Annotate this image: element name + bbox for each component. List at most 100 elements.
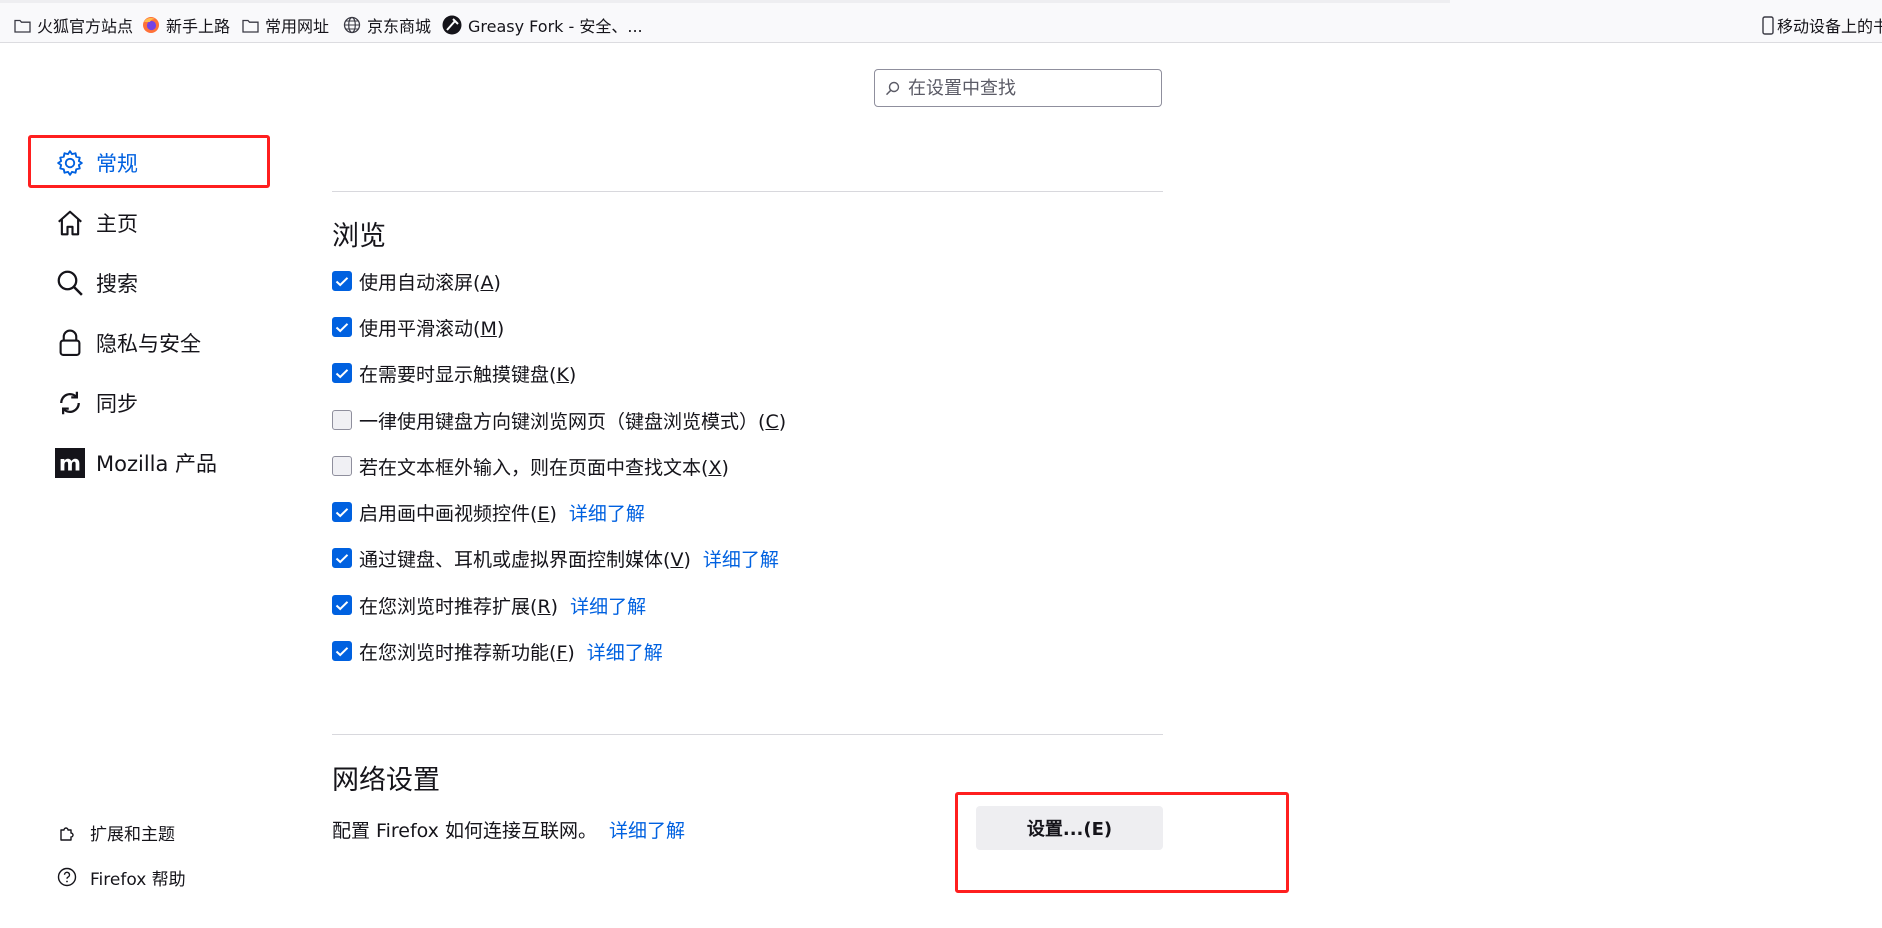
checkmark-icon — [335, 553, 349, 563]
option-text: 在您浏览时推荐新功能 — [359, 641, 550, 664]
option-text: 使用自动滚屏 — [359, 271, 474, 294]
svg-text:m: m — [59, 452, 81, 477]
option-text: 使用平滑滚动 — [359, 317, 474, 340]
sidebar-item-label: 搜索 — [96, 272, 138, 296]
option-recommend-features: 在您浏览时推荐新功能(F) 详细了解 — [332, 638, 663, 664]
option-text: 通过键盘、耳机或虚拟界面控制媒体 — [359, 548, 664, 571]
bookmarks-toolbar: 火狐官方站点 新手上路 常用网址 京东商城 Greasy Fork - 安全、.… — [0, 0, 1882, 43]
checkbox[interactable] — [332, 271, 352, 291]
checkbox[interactable] — [332, 363, 352, 383]
option-label: 在您浏览时推荐新功能(F) — [359, 641, 575, 664]
search-input[interactable] — [906, 76, 1140, 100]
option-text: 在您浏览时推荐扩展 — [359, 595, 531, 618]
checkmark-icon — [335, 646, 349, 656]
option-text: 若在文本框外输入，则在页面中查找文本 — [359, 456, 702, 479]
puzzle-icon — [56, 821, 78, 843]
folder-icon — [242, 19, 259, 33]
checkbox[interactable] — [332, 317, 352, 337]
globe-icon — [343, 16, 361, 34]
sidebar-footer-label: 扩展和主题 — [90, 824, 175, 845]
option-label: 使用自动滚屏(A) — [359, 271, 501, 294]
network-description: 配置 Firefox 如何连接互联网。 详细了解 — [332, 816, 685, 842]
bookmark-item[interactable]: 常用网址 — [242, 14, 329, 36]
bookmark-item[interactable]: 火狐官方站点 — [14, 14, 133, 36]
learn-more-link[interactable]: 详细了解 — [609, 816, 685, 843]
learn-more-link[interactable]: 详细了解 — [569, 499, 645, 526]
option-text: 一律使用键盘方向键浏览网页（键盘浏览模式） — [359, 410, 759, 433]
checkmark-icon — [335, 600, 349, 610]
browsing-section-title: 浏览 — [332, 221, 386, 252]
option-label: 在您浏览时推荐扩展(R) — [359, 595, 559, 618]
bookmark-label: 京东商城 — [367, 17, 432, 36]
sidebar-item-search[interactable]: 搜索 — [54, 263, 138, 303]
bookmark-label: Greasy Fork - 安全、... — [468, 17, 643, 36]
mobile-bookmarks[interactable]: 移动设备上的书签 — [1762, 14, 1882, 36]
access-key: F — [556, 641, 568, 664]
option-caret-browsing: 一律使用键盘方向键浏览网页（键盘浏览模式）(C) — [332, 407, 786, 433]
network-description-text: 配置 Firefox 如何连接互联网。 — [332, 819, 597, 842]
mozilla-icon: m — [54, 447, 86, 479]
option-media-control: 通过键盘、耳机或虚拟界面控制媒体(V) 详细了解 — [332, 545, 779, 571]
checkbox[interactable] — [332, 595, 352, 615]
folder-icon — [14, 19, 31, 33]
option-recommend-extensions: 在您浏览时推荐扩展(R) 详细了解 — [332, 592, 646, 618]
option-label: 若在文本框外输入，则在页面中查找文本(X) — [359, 456, 729, 479]
bookmark-item[interactable]: Greasy Fork - 安全、... — [442, 14, 643, 36]
settings-search[interactable] — [874, 69, 1162, 107]
learn-more-link[interactable]: 详细了解 — [570, 592, 646, 619]
section-divider — [332, 734, 1163, 735]
access-key: M — [480, 317, 497, 340]
access-key: X — [708, 456, 722, 479]
search-icon — [54, 267, 86, 299]
sidebar-item-privacy[interactable]: 隐私与安全 — [54, 323, 201, 363]
checkbox[interactable] — [332, 641, 352, 661]
checkbox[interactable] — [332, 456, 352, 476]
learn-more-link[interactable]: 详细了解 — [587, 638, 663, 665]
sidebar-addons-themes[interactable]: 扩展和主题 — [56, 819, 175, 845]
home-icon — [54, 207, 86, 239]
checkbox[interactable] — [332, 502, 352, 522]
checkmark-icon — [335, 507, 349, 517]
option-label: 通过键盘、耳机或虚拟界面控制媒体(V) — [359, 548, 691, 571]
option-label: 启用画中画视频控件(E) — [359, 502, 557, 525]
sidebar-footer-label: Firefox 帮助 — [90, 869, 186, 890]
checkbox[interactable] — [332, 410, 352, 430]
sidebar-item-label: Mozilla 产品 — [96, 452, 218, 476]
option-find-as-you-type: 若在文本框外输入，则在页面中查找文本(X) — [332, 453, 729, 479]
gear-icon — [54, 147, 86, 179]
checkmark-icon — [335, 276, 349, 286]
mobile-device-icon — [1762, 15, 1774, 35]
access-key: A — [480, 271, 494, 294]
sidebar-firefox-help[interactable]: Firefox 帮助 — [56, 864, 186, 890]
bookmark-item[interactable]: 京东商城 — [343, 14, 431, 36]
bookmark-label: 常用网址 — [265, 17, 330, 36]
greasyfork-icon — [442, 15, 462, 35]
checkbox[interactable] — [332, 548, 352, 568]
sidebar-item-label: 主页 — [96, 212, 138, 236]
sidebar-item-label: 常规 — [96, 152, 138, 176]
bookmark-item[interactable]: 新手上路 — [142, 14, 230, 36]
sidebar-item-general[interactable]: 常规 — [54, 143, 138, 183]
option-touch-keyboard: 在需要时显示触摸键盘(K) — [332, 360, 576, 386]
access-key: V — [670, 548, 684, 571]
option-picture-in-picture: 启用画中画视频控件(E) 详细了解 — [332, 499, 645, 525]
help-icon — [56, 866, 78, 888]
firefox-icon — [143, 17, 159, 33]
sidebar-item-sync[interactable]: 同步 — [54, 383, 138, 423]
network-settings-button[interactable]: 设置...(E) — [976, 806, 1163, 850]
section-divider — [332, 191, 1163, 192]
sidebar-item-home[interactable]: 主页 — [54, 203, 138, 243]
bookmark-label: 火狐官方站点 — [37, 17, 134, 36]
sidebar-item-mozilla-products[interactable]: m Mozilla 产品 — [54, 443, 217, 483]
option-autoscroll: 使用自动滚屏(A) — [332, 268, 501, 294]
bookmark-label: 新手上路 — [166, 17, 231, 36]
option-smooth-scroll: 使用平滑滚动(M) — [332, 314, 504, 340]
search-icon — [885, 81, 900, 95]
toolbar-top-edge — [0, 0, 1450, 3]
mobile-bookmarks-label: 移动设备上的书签 — [1777, 17, 1882, 36]
learn-more-link[interactable]: 详细了解 — [703, 545, 779, 572]
option-label: 一律使用键盘方向键浏览网页（键盘浏览模式）(C) — [359, 410, 787, 433]
option-text: 启用画中画视频控件 — [359, 502, 531, 525]
access-key: C — [765, 410, 779, 433]
sync-icon — [54, 387, 86, 419]
